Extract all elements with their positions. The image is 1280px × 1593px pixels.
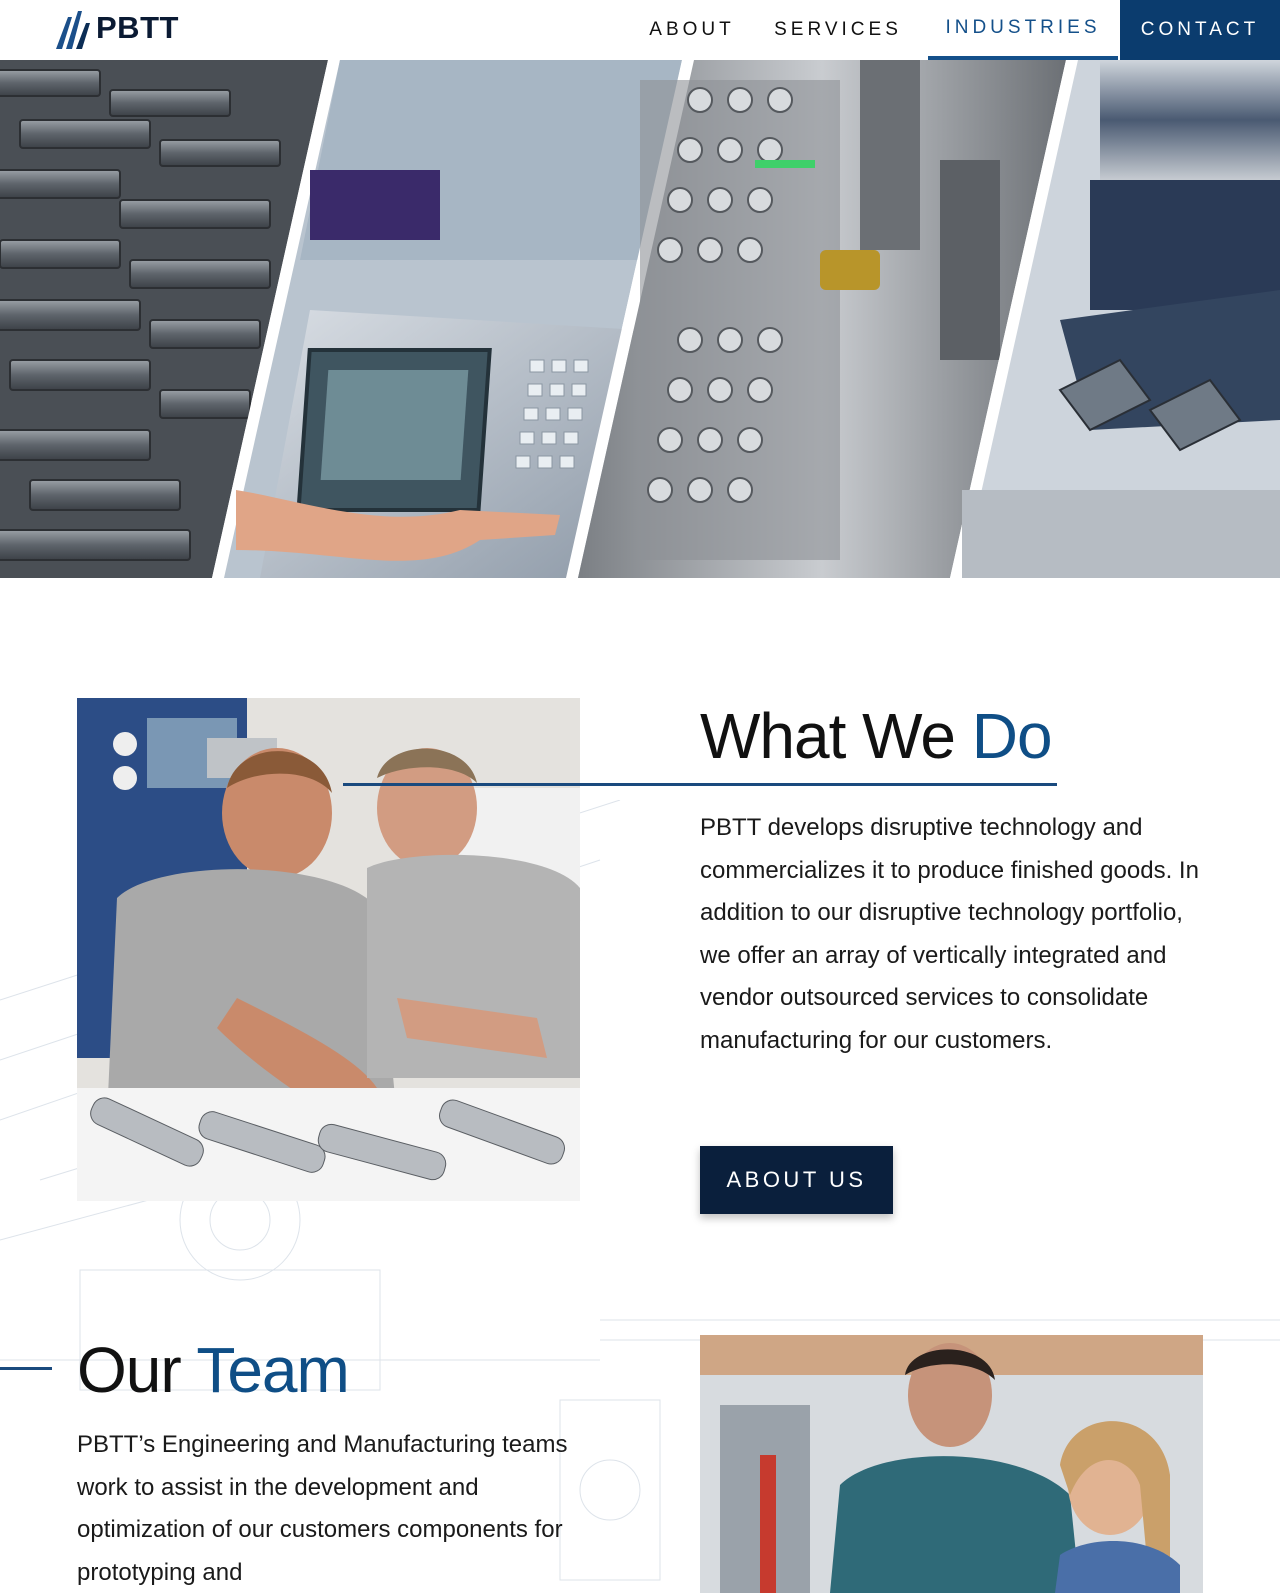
- pbtt-logo-mark-icon: [56, 11, 90, 49]
- what-we-do-photo: [77, 698, 580, 1201]
- about-us-button[interactable]: ABOUT US: [700, 1146, 893, 1214]
- our-team-heading-text: Our: [77, 1334, 197, 1406]
- what-we-do-rule: [343, 783, 1057, 786]
- nav-industries[interactable]: INDUSTRIES: [928, 0, 1118, 60]
- our-team-photo: [700, 1335, 1203, 1593]
- our-team-body: PBTT’s Engineering and Manufacturing tea…: [77, 1431, 568, 1586]
- pbtt-logo[interactable]: PBTT: [54, 6, 179, 50]
- top-navigation: PBTT ABOUT SERVICES INDUSTRIES CONTACT: [0, 0, 1280, 60]
- our-team-heading: Our Team: [77, 1338, 350, 1402]
- what-we-do-heading: What We Do: [700, 704, 1053, 768]
- nav-contact[interactable]: CONTACT: [1120, 0, 1280, 60]
- what-we-do-body: PBTT develops disruptive technology and …: [700, 814, 1199, 1054]
- what-we-do-heading-accent: Do: [971, 700, 1053, 772]
- nav-services[interactable]: SERVICES: [768, 0, 908, 60]
- our-team-heading-accent: Team: [196, 1334, 349, 1406]
- brand-name: PBTT: [96, 10, 179, 45]
- hero-collage: [0, 60, 1280, 578]
- what-we-do-heading-text: What We: [700, 700, 972, 772]
- our-team-rule: [0, 1367, 52, 1370]
- nav-about[interactable]: ABOUT: [642, 0, 742, 60]
